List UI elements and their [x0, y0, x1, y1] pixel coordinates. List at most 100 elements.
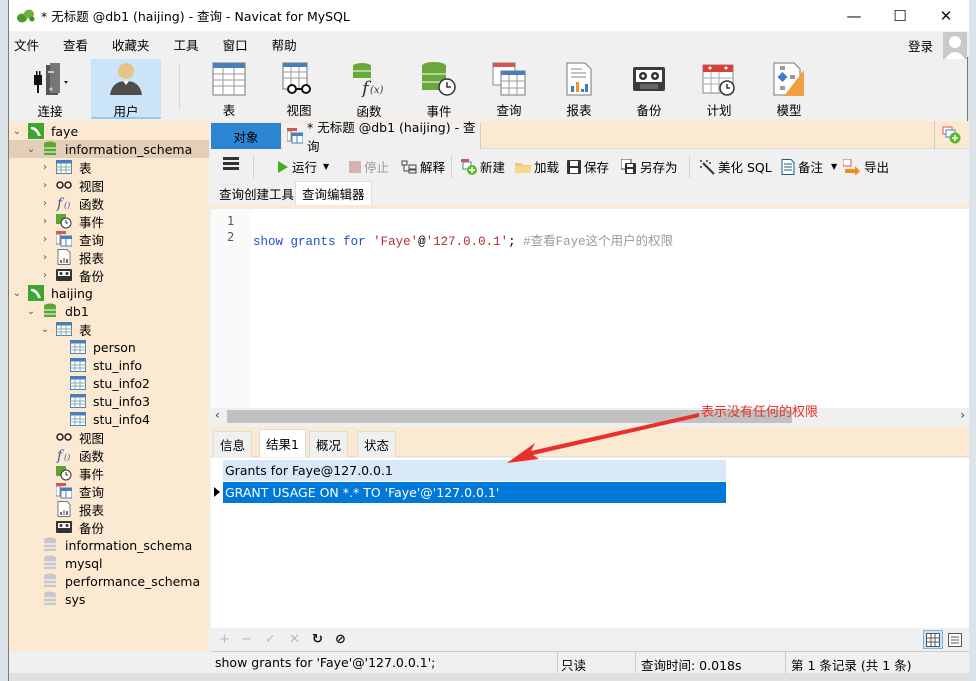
- tree-table-stu-info[interactable]: stu_info: [69, 356, 142, 374]
- toolbar-view-button[interactable]: 视图: [264, 59, 334, 119]
- tree-views[interactable]: › 视图: [39, 176, 104, 194]
- tree-backups[interactable]: › 备份: [39, 266, 104, 284]
- scroll-right-icon[interactable]: ›: [960, 408, 965, 422]
- tree-tables[interactable]: › 表: [39, 158, 92, 176]
- tree-queries-db1[interactable]: 查询: [55, 482, 104, 500]
- tree-database-mysql[interactable]: mysql: [41, 554, 103, 572]
- stop-button[interactable]: 停止: [349, 157, 389, 176]
- tree-table-stu-info4[interactable]: stu_info4: [69, 410, 150, 428]
- tab-query-editor[interactable]: 查询编辑器: [295, 181, 372, 205]
- stop-icon[interactable]: ⊘: [335, 632, 346, 647]
- menu-window[interactable]: 窗口: [223, 35, 248, 54]
- tree-database-db1[interactable]: ⌄ db1: [25, 302, 89, 320]
- delete-record-icon[interactable]: −: [241, 632, 252, 647]
- explain-button[interactable]: 解释: [401, 157, 445, 176]
- tree-table-stu-info3[interactable]: stu_info3: [69, 392, 150, 410]
- run-button[interactable]: 运行 ▼: [277, 157, 329, 176]
- grid-view-button[interactable]: [923, 630, 943, 649]
- new-tab-button[interactable]: [934, 121, 969, 149]
- refresh-icon[interactable]: ↻: [312, 632, 323, 647]
- tab-query[interactable]: * 无标题 @db1 (haijing) - 查询: [283, 120, 481, 154]
- tab-status[interactable]: 状态: [357, 431, 397, 457]
- login-link[interactable]: 登录: [908, 36, 933, 55]
- tree-connection-faye[interactable]: ⌄ faye: [11, 122, 78, 140]
- chevron-down-icon[interactable]: ⌄: [39, 324, 51, 335]
- scroll-left-icon[interactable]: ‹: [215, 408, 220, 422]
- tree-label: 函数: [79, 196, 105, 212]
- tab-result1[interactable]: 结果1: [259, 429, 306, 457]
- tree-queries[interactable]: › 查询: [39, 230, 104, 248]
- toolbar-user-button[interactable]: 用户: [91, 59, 161, 119]
- tab-info[interactable]: 信息: [213, 431, 253, 457]
- account-avatar[interactable]: [943, 32, 967, 59]
- toolbar-model-button[interactable]: 模型: [754, 59, 824, 119]
- chevron-right-icon[interactable]: ›: [39, 234, 51, 245]
- new-button[interactable]: 新建: [461, 157, 505, 176]
- menu-view[interactable]: 查看: [63, 35, 88, 54]
- tree-database-sys[interactable]: sys: [41, 590, 85, 608]
- menu-favorites[interactable]: 收藏夹: [112, 35, 150, 54]
- chevron-down-icon[interactable]: ⌄: [11, 126, 23, 137]
- table-cell[interactable]: GRANT USAGE ON *.* TO 'Faye'@'127.0.0.1': [225, 485, 499, 500]
- toolbar-connection-button[interactable]: 连接: [15, 59, 85, 119]
- query-mode-tabs: 查询创建工具 查询编辑器: [211, 179, 969, 205]
- toolbar-report-button[interactable]: 报表: [544, 59, 614, 119]
- tab-objects[interactable]: 对象: [211, 123, 281, 149]
- tree-events[interactable]: › 事件: [39, 212, 104, 230]
- tree-database-performance-schema[interactable]: performance_schema: [41, 572, 200, 590]
- tab-query-builder[interactable]: 查询创建工具: [213, 181, 300, 205]
- tab-profile[interactable]: 概况: [309, 431, 349, 457]
- close-button[interactable]: ✕: [923, 0, 969, 31]
- tree-reports[interactable]: › 报表: [39, 248, 104, 266]
- chevron-right-icon[interactable]: ›: [39, 198, 51, 209]
- menu-tools[interactable]: 工具: [174, 35, 199, 54]
- tree-table-stu-info2[interactable]: stu_info2: [69, 374, 150, 392]
- save-as-button[interactable]: 另存为: [621, 157, 678, 176]
- apply-changes-icon[interactable]: ✓: [265, 632, 276, 647]
- chevron-right-icon[interactable]: ›: [39, 216, 51, 227]
- comment-dropdown-icon[interactable]: ▼: [831, 162, 837, 171]
- tree-functions-db1[interactable]: f() 函数: [55, 446, 104, 464]
- run-dropdown-icon[interactable]: ▼: [323, 162, 329, 171]
- menu-button[interactable]: [223, 156, 239, 170]
- chevron-right-icon[interactable]: ›: [39, 162, 51, 173]
- chevron-right-icon[interactable]: ›: [39, 252, 51, 263]
- add-record-icon[interactable]: +: [219, 632, 230, 647]
- tree-events-db1[interactable]: 事件: [55, 464, 104, 482]
- discard-changes-icon[interactable]: ✕: [289, 632, 300, 647]
- tree-backups-db1[interactable]: 备份: [55, 518, 104, 536]
- table-row[interactable]: GRANT USAGE ON *.* TO 'Faye'@'127.0.0.1': [223, 482, 726, 503]
- comment-button[interactable]: 备注 ▼: [781, 157, 837, 176]
- menu-help[interactable]: 帮助: [272, 35, 297, 54]
- tree-views-db1[interactable]: 视图: [55, 428, 104, 446]
- tree-database-information-schema-haijing[interactable]: information_schema: [41, 536, 192, 554]
- load-button[interactable]: 加载: [515, 157, 559, 176]
- chevron-right-icon[interactable]: ›: [39, 180, 51, 191]
- toolbar-query-button[interactable]: 查询: [474, 59, 544, 119]
- toolbar-schedule-button[interactable]: 计划: [684, 59, 754, 119]
- maximize-button[interactable]: ☐: [877, 0, 923, 31]
- tree-reports-db1[interactable]: 报表: [55, 500, 104, 518]
- table-icon: [69, 393, 87, 409]
- minimize-button[interactable]: —: [831, 0, 877, 31]
- save-button[interactable]: 保存: [567, 157, 609, 176]
- tree-tables-db1[interactable]: ⌄ 表: [39, 320, 92, 338]
- tree-table-person[interactable]: person: [69, 338, 136, 356]
- menu-file[interactable]: 文件: [14, 35, 39, 54]
- tree-database-information-schema[interactable]: ⌄ information_schema: [9, 140, 209, 158]
- form-view-button[interactable]: [945, 630, 965, 649]
- toolbar-table-button[interactable]: 表: [194, 59, 264, 119]
- toolbar-event-button[interactable]: 事件: [404, 59, 474, 119]
- toolbar-function-button[interactable]: f (x) 函数: [334, 59, 404, 119]
- toolbar-backup-button[interactable]: 备份: [614, 59, 684, 119]
- sql-editor[interactable]: 1 2 show grants for 'Faye'@'127.0.0.1'; …: [211, 205, 969, 425]
- chevron-down-icon[interactable]: ⌄: [25, 144, 37, 155]
- export-button[interactable]: 导出: [843, 157, 889, 176]
- chevron-down-icon[interactable]: ⌄: [25, 306, 37, 317]
- database-closed-icon: [41, 537, 59, 553]
- chevron-down-icon[interactable]: ⌄: [11, 288, 23, 299]
- tree-connection-haijing[interactable]: ⌄ haijing: [11, 284, 93, 302]
- chevron-right-icon[interactable]: ›: [39, 270, 51, 281]
- tree-functions[interactable]: › f() 函数: [39, 194, 104, 212]
- beautify-sql-button[interactable]: 美化 SQL: [699, 157, 772, 176]
